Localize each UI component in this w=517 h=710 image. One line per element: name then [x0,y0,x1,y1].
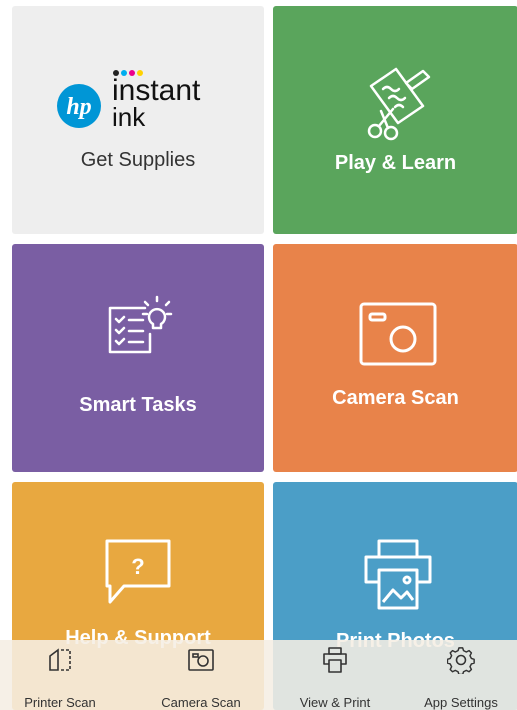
nav-view-print-label: View & Print [299,695,371,710]
play-learn-label: Play & Learn [334,152,457,174]
hp-instant-ink-logo: hp instant ink [54,66,214,136]
camera-scan-label: Camera Scan [332,387,459,409]
camera-scan-tile[interactable]: Camera Scan [273,244,517,472]
play-learn-tile[interactable]: Play & Learn [273,6,517,234]
nav-printer-scan-label: Printer Scan [24,695,96,710]
nav-printer-scan[interactable]: Printer Scan [0,640,120,710]
get-supplies-tile[interactable]: hp instant ink Get Supplies [12,6,264,234]
nav-view-print[interactable]: View & Print [270,640,400,710]
printer-scan-icon [49,648,71,671]
camera-scan-icon [188,649,214,671]
svg-text:hp: hp [66,94,91,120]
settings-icon [447,647,475,674]
view-print-icon [323,647,347,673]
nav-camera-scan-label: Camera Scan [161,695,241,710]
bottom-navigation-bar: Printer Scan Camera Scan View & Print Ap… [0,640,517,710]
print-photos-icon [364,539,432,610]
help-question-icon: ? [105,539,171,604]
smart-tasks-label: Smart Tasks [79,394,197,416]
nav-camera-scan[interactable]: Camera Scan [136,640,266,710]
camera-icon [359,302,437,366]
smart-tasks-tile[interactable]: Smart Tasks [12,244,264,472]
svg-text:?: ? [131,554,144,579]
nav-app-settings-label: App Settings [424,695,498,710]
svg-text:ink: ink [112,102,146,132]
nav-app-settings[interactable]: App Settings [405,640,517,710]
get-supplies-label: Get Supplies [80,149,196,171]
play-learn-icon [367,67,431,141]
smart-tasks-icon [108,295,173,354]
